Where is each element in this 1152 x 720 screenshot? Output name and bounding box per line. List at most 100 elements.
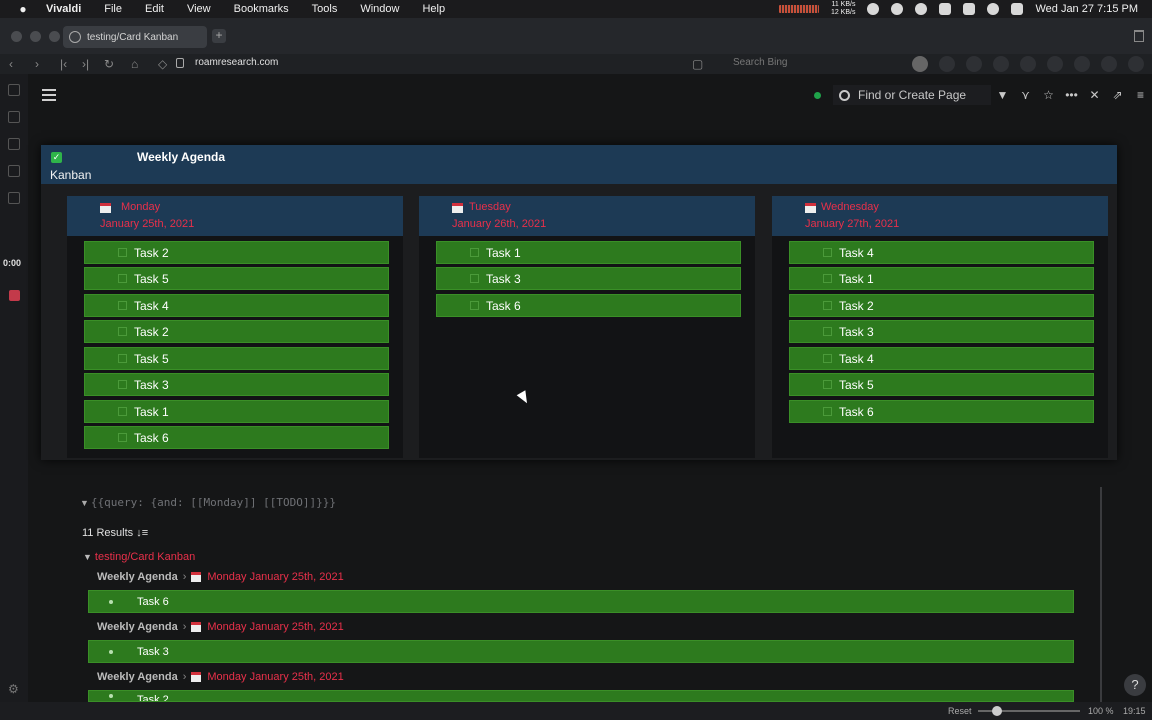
breadcrumb-page[interactable]: Monday January 25th, 2021 (207, 621, 343, 633)
messages-icon[interactable] (939, 3, 952, 15)
todo-checkbox[interactable] (118, 433, 127, 442)
todo-checkbox[interactable] (823, 301, 832, 310)
notes-panel-icon[interactable] (8, 165, 20, 177)
extension-icon[interactable] (939, 56, 955, 72)
app-menu[interactable]: Vivaldi (46, 3, 81, 15)
pin-icon[interactable]: ⇗ (1106, 88, 1129, 102)
todo-checkbox[interactable] (118, 354, 127, 363)
task-card[interactable]: Task 3 (84, 373, 389, 396)
todo-checkbox[interactable] (823, 380, 832, 389)
breadcrumb-parent[interactable]: Weekly Agenda (97, 671, 178, 683)
rewind-icon[interactable]: |‹ (60, 57, 67, 71)
todo-checkbox[interactable] (823, 327, 832, 336)
scrollbar[interactable] (1100, 487, 1102, 702)
task-card[interactable]: Task 5 (84, 347, 389, 370)
breadcrumb-page[interactable]: Monday January 25th, 2021 (207, 671, 343, 683)
extension-icon[interactable] (1074, 56, 1090, 72)
task-card[interactable]: Task 4 (789, 241, 1094, 264)
gear-icon[interactable] (915, 3, 928, 15)
menubar-clock[interactable]: Wed Jan 27 7:15 PM (1035, 3, 1138, 15)
reload-icon[interactable]: ↻ (104, 57, 114, 71)
extension-icon[interactable] (1047, 56, 1063, 72)
todo-checkbox[interactable] (823, 274, 832, 283)
column-date[interactable]: January 25th, 2021 (100, 218, 194, 230)
cloud-icon[interactable] (867, 3, 880, 15)
task-card[interactable]: Task 5 (84, 267, 389, 290)
user-icon[interactable] (987, 3, 1000, 15)
bookmarks-panel-icon[interactable] (8, 84, 20, 96)
search-field[interactable]: Search Bing (733, 57, 787, 68)
star-icon[interactable]: ☆ (1037, 88, 1060, 102)
back-icon[interactable]: ‹ (9, 57, 13, 71)
task-card[interactable]: Task 6 (789, 400, 1094, 423)
task-card[interactable]: Task 2 (789, 294, 1094, 317)
bullet-icon[interactable] (109, 599, 113, 604)
task-card[interactable]: Task 1 (436, 241, 741, 264)
record-icon[interactable] (9, 290, 20, 301)
todo-checkbox[interactable] (823, 354, 832, 363)
menu-edit[interactable]: Edit (145, 3, 164, 15)
result-block[interactable]: Task 3 (88, 640, 1074, 663)
board-title[interactable]: Weekly Agenda (137, 150, 225, 164)
task-card[interactable]: Task 2 (84, 241, 389, 264)
results-count[interactable]: 11 Results ↓≡ (82, 527, 148, 539)
window-panel-icon[interactable] (8, 192, 20, 204)
breadcrumb-parent[interactable]: Weekly Agenda (97, 571, 178, 583)
breadcrumb-page[interactable]: Monday January 25th, 2021 (207, 571, 343, 583)
extension-icon[interactable] (1101, 56, 1117, 72)
column-day[interactable]: Wednesday (821, 201, 879, 213)
todo-checkbox[interactable] (118, 327, 127, 336)
zoom-window-button[interactable] (49, 31, 60, 42)
fast-forward-icon[interactable]: ›| (82, 57, 89, 71)
menu-help[interactable]: Help (422, 3, 445, 15)
task-card[interactable]: Task 6 (436, 294, 741, 317)
help-button[interactable]: ? (1124, 674, 1146, 696)
bookmark-icon[interactable]: ▢ (692, 57, 703, 71)
collapse-icon[interactable]: ▼ (80, 498, 89, 508)
collapse-icon[interactable]: ▼ (83, 552, 92, 562)
query-expression[interactable]: ▼ {{query: {and: [[Monday]] [[TODO]]}}} (80, 496, 336, 509)
todo-checkbox[interactable] (470, 274, 479, 283)
result-block[interactable]: Task 6 (88, 590, 1074, 613)
filter-icon[interactable]: ▼ (991, 88, 1014, 102)
menu-icon[interactable] (42, 89, 56, 101)
home-icon[interactable]: ⌂ (131, 57, 138, 71)
menu-tools[interactable]: Tools (312, 3, 338, 15)
control-center-icon[interactable] (1011, 3, 1024, 15)
task-card[interactable]: Task 1 (789, 267, 1094, 290)
menu-view[interactable]: View (187, 3, 211, 15)
battery-icon[interactable] (963, 3, 976, 15)
task-card[interactable]: Task 4 (789, 347, 1094, 370)
task-card[interactable]: Task 6 (84, 426, 389, 449)
cpu-meter-icon[interactable] (778, 5, 819, 13)
extension-icon[interactable] (993, 56, 1009, 72)
sidebar-toggle-icon[interactable]: ≡ (1129, 88, 1152, 102)
find-or-create-search[interactable]: Find or Create Page (833, 85, 991, 105)
settings-icon[interactable]: ⚙ (8, 682, 19, 696)
more-icon[interactable]: ••• (1060, 88, 1083, 102)
profile-avatar[interactable] (912, 56, 928, 72)
new-tab-button[interactable]: + (212, 29, 226, 43)
zoom-reset-button[interactable]: Reset (948, 706, 972, 716)
board-subtitle[interactable]: Kanban (50, 168, 91, 182)
menu-window[interactable]: Window (360, 3, 399, 15)
bullet-icon[interactable] (109, 694, 113, 698)
todo-checkbox[interactable] (470, 248, 479, 257)
task-card[interactable]: Task 2 (84, 320, 389, 343)
result-page-group[interactable]: ▼ testing/Card Kanban (83, 551, 195, 563)
todo-checkbox[interactable] (118, 407, 127, 416)
breadcrumb-parent[interactable]: Weekly Agenda (97, 621, 178, 633)
graph-icon[interactable]: ⋎ (1014, 88, 1037, 102)
bullet-icon[interactable] (109, 649, 113, 654)
apple-icon[interactable]: ● (16, 2, 30, 16)
result-block[interactable]: Task 2 (88, 690, 1074, 702)
extension-icon[interactable] (966, 56, 982, 72)
history-panel-icon[interactable] (8, 138, 20, 150)
column-day[interactable]: Tuesday (469, 201, 511, 213)
todo-checkbox[interactable] (118, 301, 127, 310)
checkbox-icon[interactable]: ✓ (51, 152, 62, 163)
extension-icon[interactable] (1128, 56, 1144, 72)
task-card[interactable]: Task 4 (84, 294, 389, 317)
column-day[interactable]: Monday (121, 201, 160, 213)
minimize-window-button[interactable] (30, 31, 41, 42)
